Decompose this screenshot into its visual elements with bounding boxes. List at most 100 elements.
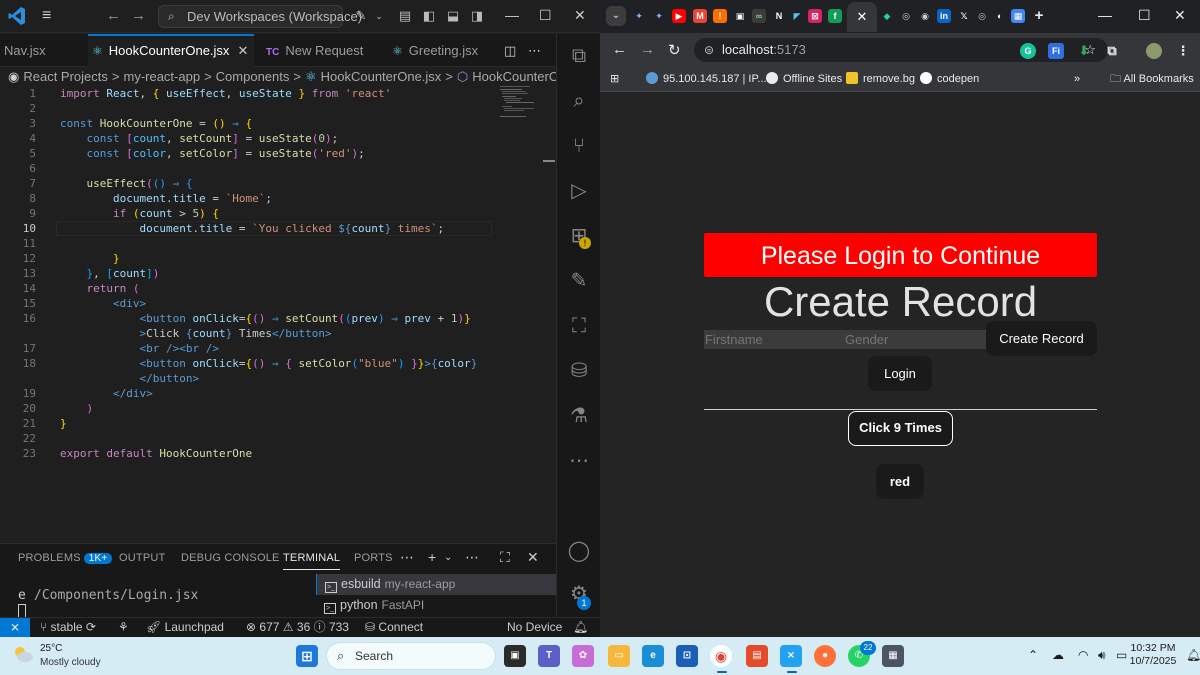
vscode-icon[interactable]: ⨯ [780,645,802,667]
weather-temperature[interactable]: 25°C [40,643,62,654]
minimize-icon[interactable]: — [1098,7,1112,23]
notification-bell-icon[interactable]: 🔔︎ [1186,648,1200,662]
chrome-icon[interactable]: ◉ [710,645,732,667]
app-tab-icon[interactable]: ◆ [880,9,894,23]
weather-cloudy-icon[interactable] [12,645,34,663]
all-bookmarks[interactable]: 🗀︎ All Bookmarks [1110,71,1194,87]
file-explorer-icon[interactable]: ▭ [608,645,630,667]
wifi-icon[interactable]: ◠ [1078,648,1088,662]
gemini-tab-icon[interactable]: ✦ [652,9,666,23]
green-app-tab-icon[interactable]: f [828,9,842,23]
grammarly-extension-icon[interactable]: G [1020,43,1036,59]
app-tab-icon[interactable]: ◉ [918,9,932,23]
youtube-tab-icon[interactable]: ▶ [672,9,686,23]
notification-tab-icon[interactable]: ! [713,9,727,23]
minimize-icon[interactable]: — [505,7,519,23]
back-arrow-icon[interactable]: ← [106,7,121,24]
tab-terminal[interactable]: TERMINAL [283,552,341,570]
problems-status[interactable]: ⊗ 677 ⚠ 36 ⓘ 733 [246,618,349,637]
toggle-secondary-sidebar-icon[interactable]: ◨ [469,8,485,24]
app-tab-icon[interactable]: ◎ [899,9,913,23]
account-icon[interactable]: ◯ [567,539,591,563]
close-tab-icon[interactable]: ✕ [237,43,248,58]
flutter-tab-icon[interactable]: ◤ [790,9,804,23]
tab-hookcounterone-jsx[interactable]: ⚛ HookCounterOne.jsx ✕ [88,34,254,67]
forward-arrow-icon[interactable]: → [131,7,146,24]
app-tab-icon[interactable]: ◎ [975,9,989,23]
toggle-sidebar-icon[interactable]: ◧ [421,8,437,24]
site-info-icon[interactable]: ⊜ [704,38,714,62]
maximize-icon[interactable]: ☐ [539,7,552,24]
address-bar[interactable]: ⊜ localhost:5173 ☆ [694,38,1108,62]
terminal-dropdown-icon[interactable]: ⌄ [444,552,452,563]
more-actions-icon[interactable]: ⋯ [524,34,541,67]
app-icon[interactable]: ▤ [746,645,768,667]
maximize-icon[interactable]: ☐ [1138,7,1151,24]
tab-problems[interactable]: PROBLEMS 1K+ [18,552,113,564]
maximize-panel-icon[interactable]: ⛶ [500,549,510,566]
close-panel-icon[interactable]: ✕ [527,549,539,566]
code-tab-icon[interactable]: ∞ [752,9,766,23]
x-tab-icon[interactable]: 𝕏 [957,9,971,23]
weather-description[interactable]: Mostly cloudy [40,657,101,668]
document-tab-icon[interactable]: ▣ [733,9,747,23]
toggle-panel-icon[interactable]: ⬓ [445,8,461,24]
code-editor[interactable]: 1 import React, { useEffect, useState } f… [0,86,556,526]
remote-indicator-icon[interactable]: ⨯ [0,618,30,637]
app-tab-icon[interactable]: ⊠ [808,9,822,23]
testing-flask-icon[interactable]: ⚗ [567,404,591,428]
create-record-button[interactable]: Create Record [986,321,1097,356]
start-icon[interactable]: ⊞ [296,645,318,667]
close-window-icon[interactable]: ✕ [1174,7,1186,24]
gmail-tab-icon[interactable]: M [693,9,707,23]
extension-status-icon[interactable]: ⚘ [118,618,129,637]
layout-customize-icon[interactable]: ▤ [397,8,413,24]
color-button[interactable]: red [876,464,924,499]
firefox-icon[interactable]: ● [814,645,836,667]
new-tab-icon[interactable]: + [1032,8,1046,23]
extension-icon[interactable]: Fi [1048,43,1064,59]
task-view-icon[interactable]: ▣ [504,645,526,667]
chrome-menu-icon[interactable]: ⋮ [1175,43,1191,59]
tab-greeting-jsx[interactable]: ⚛ Greeting.jsx [388,34,488,67]
bookmark-codepen[interactable]: codepen [920,71,979,87]
bookmark-remove-bg[interactable]: remove.bg [846,71,915,87]
gender-input[interactable] [844,330,986,349]
copilot-icon[interactable]: ✿ [572,645,594,667]
run-debug-icon[interactable]: ▷ [567,179,591,203]
calculator-icon[interactable]: ▦ [882,645,904,667]
terminal-output[interactable]: /Components/Login.jsx [34,588,198,603]
terminal-item-python[interactable]: >_ python FastAPI [316,595,556,616]
tab-ports[interactable]: PORTS [354,552,393,564]
gemini-tab-icon[interactable]: ✦ [632,9,646,23]
github-tab-icon[interactable]: ◐ [993,9,1007,23]
search-icon[interactable]: ⌕ [567,89,591,113]
notifications-icon[interactable]: 🔔︎ [573,618,588,637]
bookmarks-overflow-icon[interactable]: » [1074,71,1080,87]
notion-tab-icon[interactable]: N [772,9,786,23]
teams-icon[interactable]: T [538,645,560,667]
split-editor-icon[interactable]: ◫ [500,34,516,67]
edit-icon[interactable]: ✎ [567,269,591,293]
tray-overflow-icon[interactable]: ⌃ [1028,648,1038,662]
forward-arrow-icon[interactable]: → [640,41,655,58]
back-arrow-icon[interactable]: ← [612,41,627,58]
apps-grid-icon[interactable]: ⊞ [610,71,619,87]
terminal-actions-icon[interactable]: ⋯ [465,549,479,566]
remote-explorer-icon[interactable]: ⛶ [567,314,591,338]
device-status[interactable]: No Device [507,618,562,637]
store-icon[interactable]: ⊡ [676,645,698,667]
tab-debug-console[interactable]: DEBUG CONSOLE [181,552,280,564]
app-tab-icon[interactable]: ▦ [1011,9,1025,23]
reload-icon[interactable]: ↻ [668,41,681,59]
edge-icon[interactable]: e [642,645,664,667]
tab-nav-jsx[interactable]: Nav.jsx [0,34,82,67]
terminal-item-esbuild[interactable]: >_ esbuild my-react-app [316,574,556,595]
active-tab-close-icon[interactable]: ✕ [847,2,877,32]
click-count-button[interactable]: Click 9 Times [848,411,953,446]
taskbar-search[interactable]: ⌕ Search [326,642,496,670]
bookmark-offline-sites[interactable]: Offline Sites [766,71,842,87]
system-clock[interactable]: 10:32 PM 10/7/2025 [1118,642,1188,668]
download-extension-icon[interactable]: ⬇ [1076,43,1092,59]
new-terminal-icon[interactable]: + [428,549,436,565]
